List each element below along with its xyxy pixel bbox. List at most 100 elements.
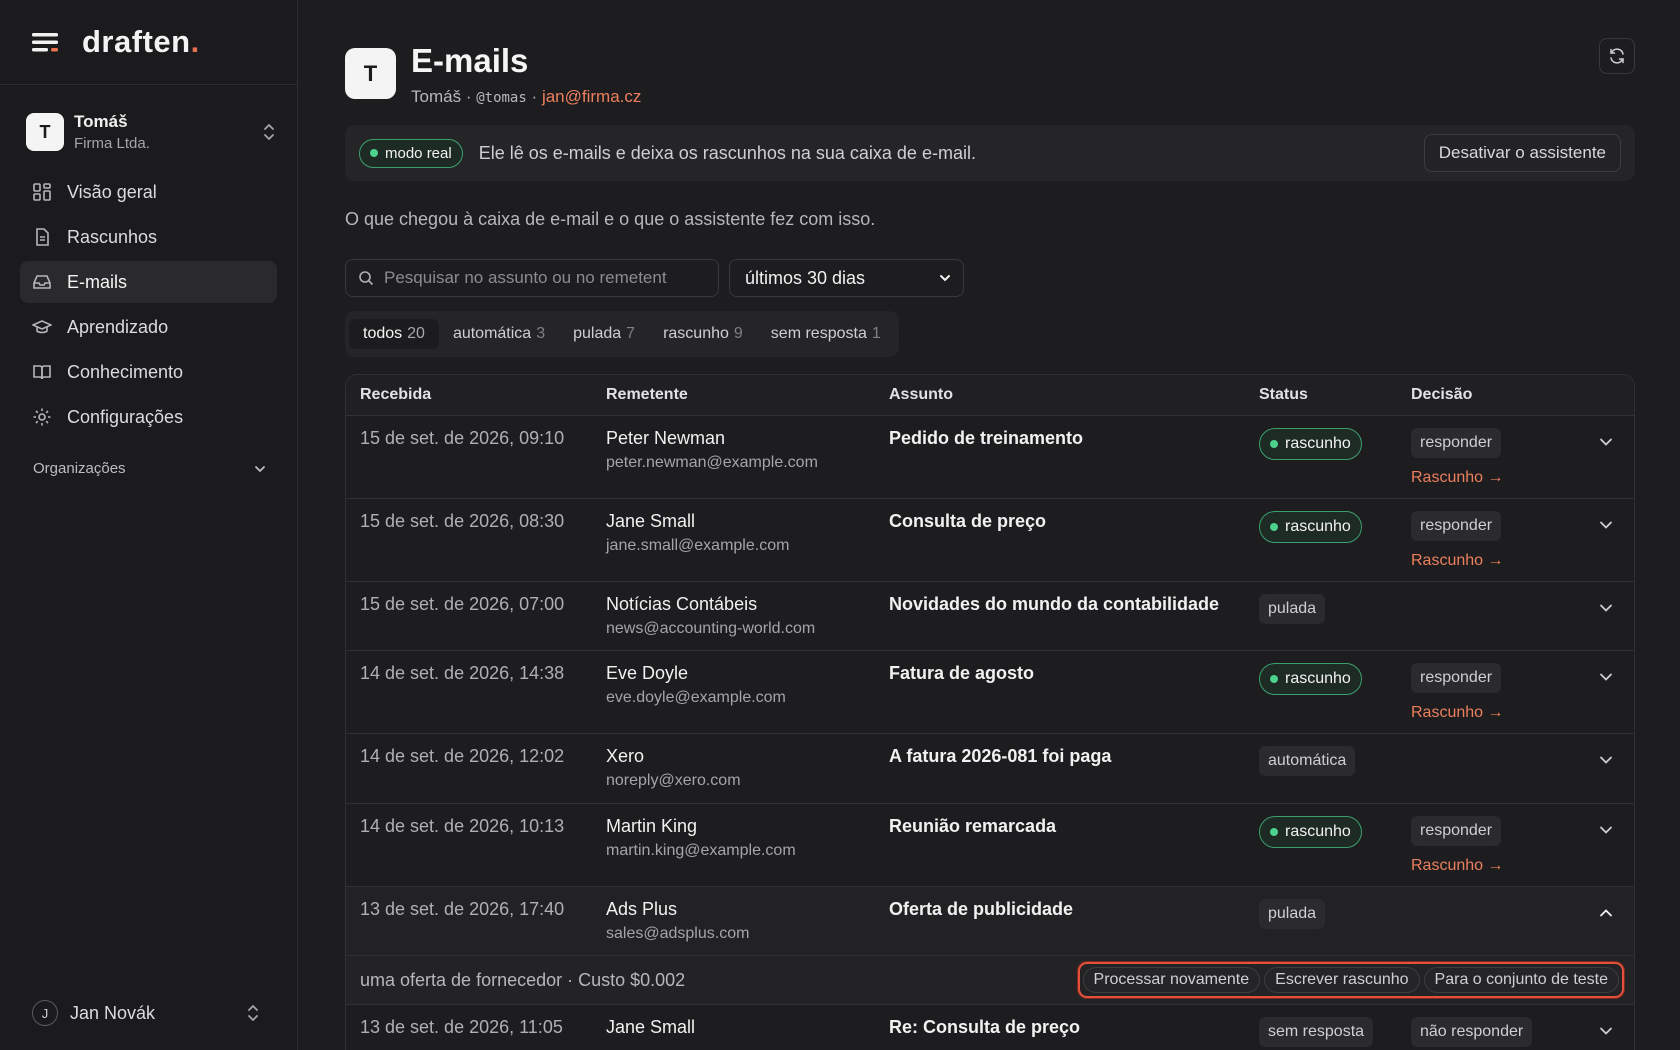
- chevron-down-icon[interactable]: [1598, 434, 1614, 450]
- table-row[interactable]: 13 de set. de 2026, 11:05 Jane Small Re:…: [346, 1005, 1634, 1050]
- open-draft-link[interactable]: Rascunho →: [1411, 857, 1561, 875]
- sender-email: news@accounting-world.com: [606, 620, 816, 638]
- refresh-button[interactable]: [1599, 38, 1635, 74]
- email-subject: Novidades do mundo da contabilidade: [889, 594, 1220, 615]
- disable-assistant-button[interactable]: Desativar o assistente: [1423, 134, 1621, 173]
- email-subject: Consulta de preço: [889, 511, 1047, 532]
- column-header-sender[interactable]: Remetente: [606, 386, 889, 404]
- chevron-up-down-icon: [264, 124, 274, 140]
- column-header-decision[interactable]: Decisão: [1411, 386, 1561, 404]
- table-row-expanded[interactable]: 13 de set. de 2026, 17:40 Ads Plus sales@…: [346, 887, 1634, 957]
- chevron-up-icon[interactable]: [1598, 905, 1614, 921]
- received-date: 15 de set. de 2026, 09:10: [360, 428, 565, 449]
- chevron-down-icon[interactable]: [1598, 822, 1614, 838]
- status-badge: automática: [1259, 746, 1356, 777]
- tab-count: 20: [407, 325, 425, 343]
- sidebar-item-emails[interactable]: E-mails: [20, 261, 277, 303]
- tab-count: 9: [733, 325, 743, 343]
- email-subject: Oferta de publicidade: [889, 899, 1074, 920]
- chevron-down-icon[interactable]: [1598, 1023, 1614, 1039]
- table-row[interactable]: 14 de set. de 2026, 12:02 Xero noreply@xe…: [346, 734, 1634, 805]
- sender-name: Eve Doyle: [606, 663, 689, 684]
- sidebar-item-drafts[interactable]: Rascunhos: [20, 216, 277, 258]
- search-input[interactable]: [384, 268, 694, 289]
- column-header-status[interactable]: Status: [1259, 386, 1411, 404]
- tab-draft[interactable]: rascunho 9: [649, 319, 757, 349]
- status-dot-icon: [1270, 675, 1278, 684]
- decision-badge: não responder: [1411, 1017, 1533, 1048]
- open-draft-link[interactable]: Rascunho →: [1411, 704, 1561, 722]
- menu-icon[interactable]: [32, 31, 60, 53]
- sender-name: Peter Newman: [606, 428, 726, 449]
- mode-badge: modo real: [359, 138, 463, 168]
- sidebar-item-label: Rascunhos: [67, 226, 158, 247]
- profile-email-link[interactable]: jan@firma.cz: [542, 87, 641, 106]
- tab-no-reply[interactable]: sem resposta 1: [757, 319, 895, 349]
- intro-text: O que chegou à caixa de e-mail e o que o…: [345, 209, 876, 230]
- brand-logo[interactable]: draften.: [82, 24, 200, 60]
- sidebar-item-label: E-mails: [67, 271, 128, 292]
- sidebar-item-settings[interactable]: Configurações: [20, 396, 277, 438]
- sidebar-item-overview[interactable]: Visão geral: [20, 171, 277, 213]
- open-draft-link[interactable]: Rascunho →: [1411, 552, 1561, 570]
- period-select[interactable]: últimos 30 dias: [729, 259, 964, 298]
- chevron-down-icon[interactable]: [1598, 600, 1614, 616]
- received-date: 15 de set. de 2026, 08:30: [360, 511, 565, 532]
- organizations-label: Organizações: [33, 460, 126, 477]
- brand-bar: draften.: [0, 0, 297, 85]
- chevron-down-icon[interactable]: [1598, 669, 1614, 685]
- sender-email: jane.small@example.com: [606, 537, 790, 555]
- gear-icon: [33, 408, 51, 426]
- sidebar-item-knowledge[interactable]: Conhecimento: [20, 351, 277, 393]
- book-icon: [33, 365, 51, 380]
- status-tabs: todos 20 automática 3 pulada 7 rascunho 9 se…: [345, 311, 899, 358]
- email-subject: Reunião remarcada: [889, 816, 1057, 837]
- email-subject: A fatura 2026-081 foi paga: [889, 746, 1112, 767]
- sender-email: eve.doyle@example.com: [606, 689, 786, 707]
- search-icon: [359, 271, 374, 286]
- email-subject: Fatura de agosto: [889, 663, 1035, 684]
- chevron-down-icon[interactable]: [1598, 752, 1614, 768]
- sender-name: Xero: [606, 746, 645, 767]
- table-row[interactable]: 15 de set. de 2026, 09:10 Peter Newman pe…: [346, 416, 1634, 500]
- user-menu[interactable]: J Jan Novák: [32, 1000, 261, 1026]
- status-dot-icon: [1270, 523, 1278, 532]
- profile-handle: @tomas: [476, 90, 527, 107]
- sender-name: Martin King: [606, 816, 698, 837]
- write-draft-button[interactable]: Escrever rascunho: [1264, 967, 1420, 994]
- email-subject: Pedido de treinamento: [889, 428, 1084, 449]
- tab-all[interactable]: todos 20: [349, 319, 439, 350]
- account-switcher[interactable]: T Tomáš Firma Ltda.: [26, 107, 277, 157]
- grid-icon: [33, 183, 51, 201]
- status-dot-icon: [1270, 828, 1278, 837]
- received-date: 13 de set. de 2026, 17:40: [360, 899, 565, 920]
- tab-skipped[interactable]: pulada 7: [559, 319, 649, 349]
- table-row[interactable]: 14 de set. de 2026, 10:13 Martin King mar…: [346, 804, 1634, 888]
- table-row[interactable]: 14 de set. de 2026, 14:38 Eve Doyle eve.d…: [346, 651, 1634, 735]
- graduation-cap-icon: [32, 320, 52, 334]
- chevron-up-down-icon: [248, 1005, 258, 1021]
- status-dot-icon: [1270, 440, 1278, 449]
- column-header-subject[interactable]: Assunto: [889, 386, 1259, 404]
- row-detail-panel: uma oferta de fornecedor · Custo $0.002 …: [346, 956, 1634, 1006]
- table-header: Recebida Remetente Assunto Status Decisã…: [346, 375, 1634, 417]
- organizations-toggle[interactable]: Organizações: [33, 460, 267, 477]
- tab-count: 3: [536, 325, 546, 343]
- table-row[interactable]: 15 de set. de 2026, 08:30 Jane Small jane…: [346, 499, 1634, 583]
- sender-email: sales@adsplus.com: [606, 925, 750, 943]
- column-header-received[interactable]: Recebida: [346, 386, 606, 404]
- status-badge: sem resposta: [1259, 1017, 1374, 1048]
- filters-bar: últimos 30 dias: [345, 259, 1635, 298]
- account-org: Firma Ltda.: [74, 135, 150, 152]
- received-date: 15 de set. de 2026, 07:00: [360, 594, 565, 615]
- chevron-down-icon[interactable]: [1598, 517, 1614, 533]
- table-row[interactable]: 15 de set. de 2026, 07:00 Notícias Contá…: [346, 582, 1634, 652]
- add-to-test-set-button[interactable]: Para o conjunto de teste: [1423, 967, 1619, 994]
- tab-automatic[interactable]: automática 3: [439, 319, 559, 349]
- sidebar-item-learning[interactable]: Aprendizado: [20, 306, 277, 348]
- tab-count: 7: [626, 325, 636, 343]
- open-draft-link[interactable]: Rascunho →: [1411, 469, 1561, 487]
- status-badge: rascunho: [1259, 428, 1362, 461]
- chevron-down-icon: [940, 275, 950, 282]
- reprocess-button[interactable]: Processar novamente: [1082, 967, 1261, 994]
